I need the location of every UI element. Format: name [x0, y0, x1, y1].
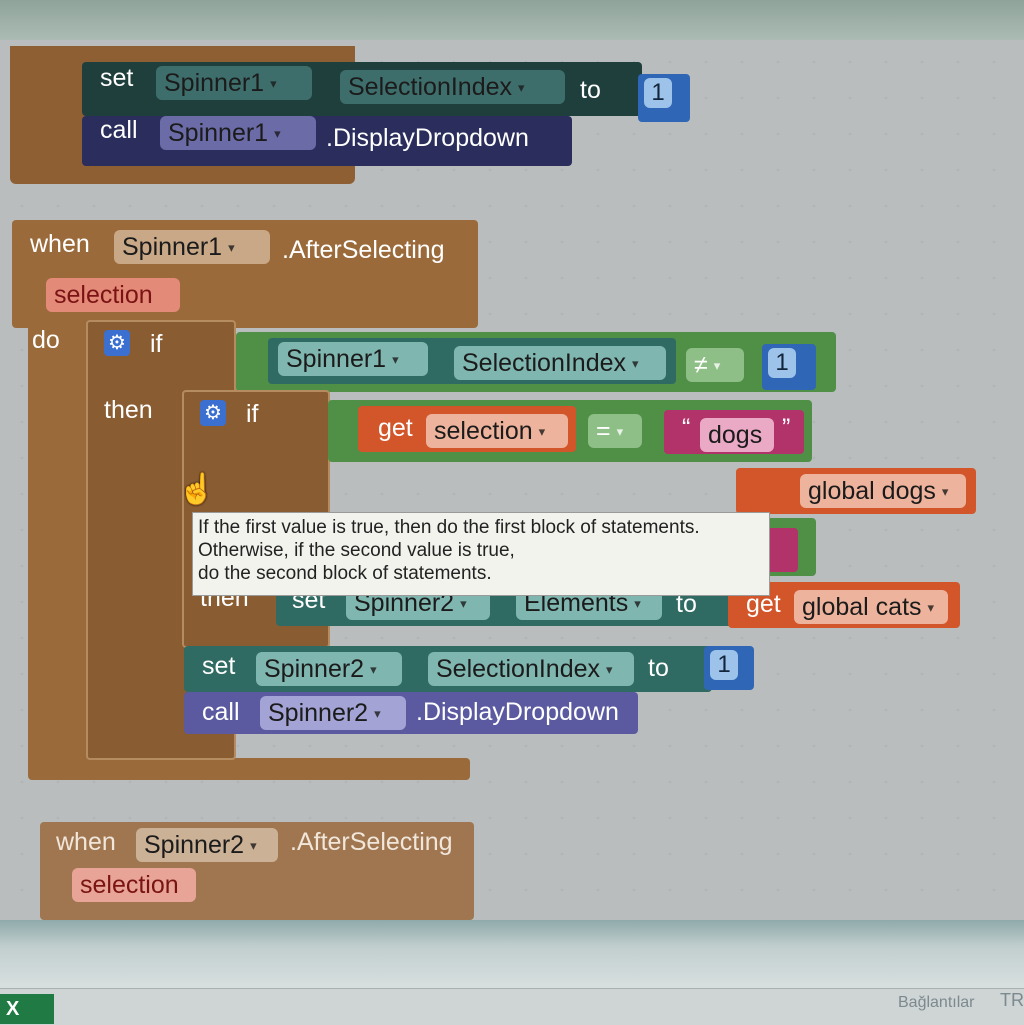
chevron-down-icon: ▾	[250, 838, 257, 854]
chevron-down-icon: ▾	[606, 662, 613, 678]
to-keyword: to	[580, 76, 601, 104]
window-bottom-edge	[0, 920, 1024, 988]
if-keyword: if	[150, 330, 163, 358]
tooltip-line-2: Otherwise, if the second value is true,	[198, 540, 515, 561]
set-keyword-3: set	[202, 652, 236, 680]
mutator-gear-icon-inner[interactable]: ⚙	[200, 400, 226, 426]
excel-taskbar-icon[interactable]: X	[0, 994, 54, 1024]
component-dropdown-spinner2-index[interactable]: Spinner2 ▾	[256, 652, 402, 686]
chevron-down-icon: ▾	[927, 600, 935, 616]
chevron-down-icon: ▾	[228, 240, 235, 256]
chevron-down-icon: ▾	[460, 596, 467, 612]
tooltip-line-3: do the second block of statements.	[198, 563, 492, 584]
component-dropdown-spinner2-event[interactable]: Spinner2 ▾	[136, 828, 278, 862]
parameter-selection[interactable]: selection	[46, 278, 180, 312]
chevron-down-icon: ▾	[713, 358, 721, 374]
chevron-down-icon: ▾	[632, 356, 639, 372]
chevron-down-icon: ▾	[634, 596, 641, 612]
component-dropdown-spinner1-getter[interactable]: Spinner1 ▾	[278, 342, 428, 376]
chevron-down-icon: ▾	[538, 424, 546, 440]
variable-dropdown-global-dogs[interactable]: global dogs ▾	[800, 474, 966, 508]
property-dropdown-selectionindex-getter[interactable]: SelectionIndex ▾	[454, 346, 666, 380]
then-keyword: then	[104, 396, 153, 424]
operator-dropdown-equals[interactable]: = ▾	[588, 414, 642, 448]
set-keyword: set	[100, 64, 134, 92]
call-keyword: call	[100, 116, 138, 144]
chevron-down-icon: ▾	[274, 126, 281, 142]
do-keyword: do	[32, 326, 60, 354]
if-block-tooltip: If the first value is true, then do the …	[192, 512, 770, 596]
chevron-down-icon: ▾	[616, 424, 624, 440]
when-keyword-2: when	[56, 828, 116, 856]
tooltip-line-1: If the first value is true, then do the …	[198, 517, 700, 538]
taskbar-language-indicator[interactable]: TR	[1000, 990, 1024, 1011]
chevron-down-icon: ▾	[374, 706, 381, 722]
number-block-1[interactable]: 1	[638, 74, 690, 122]
chevron-down-icon: ▾	[941, 484, 949, 500]
to-keyword-3: to	[648, 654, 669, 682]
quote-close: ”	[782, 414, 791, 442]
taskbar-status-text[interactable]: Bağlantılar	[898, 994, 975, 1012]
mutator-gear-icon[interactable]: ⚙	[104, 330, 130, 356]
operator-dropdown-not-equal[interactable]: ≠ ▾	[686, 348, 744, 382]
get-keyword: get	[378, 414, 413, 442]
chevron-down-icon: ▾	[518, 80, 525, 96]
chevron-down-icon: ▾	[270, 76, 277, 92]
variable-dropdown-selection[interactable]: selection ▾	[426, 414, 568, 448]
number-block-spinner2[interactable]: 1	[704, 646, 754, 690]
taskbar	[0, 988, 1024, 1025]
call-keyword-2: call	[202, 698, 240, 726]
component-dropdown-spinner2-call[interactable]: Spinner2 ▾	[260, 696, 406, 730]
chevron-down-icon: ▾	[370, 662, 377, 678]
property-dropdown-selectionindex-2[interactable]: SelectionIndex ▾	[428, 652, 634, 686]
number-block-compare[interactable]: 1	[762, 344, 816, 390]
component-dropdown-spinner1[interactable]: Spinner1 ▾	[156, 66, 312, 100]
blocks-workspace[interactable]: set Spinner1 ▾ SelectionIndex ▾ to 1 call …	[0, 40, 1024, 920]
quote-open: “	[682, 414, 691, 442]
chevron-down-icon: ▾	[392, 352, 399, 368]
component-dropdown-spinner1-event[interactable]: Spinner1 ▾	[114, 230, 270, 264]
when-keyword: when	[30, 230, 90, 258]
event-name: .AfterSelecting	[282, 236, 445, 264]
if-keyword-inner: if	[246, 400, 259, 428]
parameter-selection-2[interactable]: selection	[72, 868, 196, 902]
event-name-2: .AfterSelecting	[290, 828, 453, 856]
variable-dropdown-global-cats[interactable]: global cats ▾	[794, 590, 948, 624]
method-displaydropdown-2: .DisplayDropdown	[416, 698, 619, 726]
text-value-dogs[interactable]: dogs	[700, 418, 774, 452]
component-dropdown-spinner1-call[interactable]: Spinner1 ▾	[160, 116, 316, 150]
when-spinner1-footer	[30, 758, 470, 780]
hand-cursor-icon: ☝	[178, 473, 216, 506]
method-displaydropdown: .DisplayDropdown	[326, 124, 529, 152]
property-dropdown-selectionindex[interactable]: SelectionIndex ▾	[340, 70, 565, 104]
